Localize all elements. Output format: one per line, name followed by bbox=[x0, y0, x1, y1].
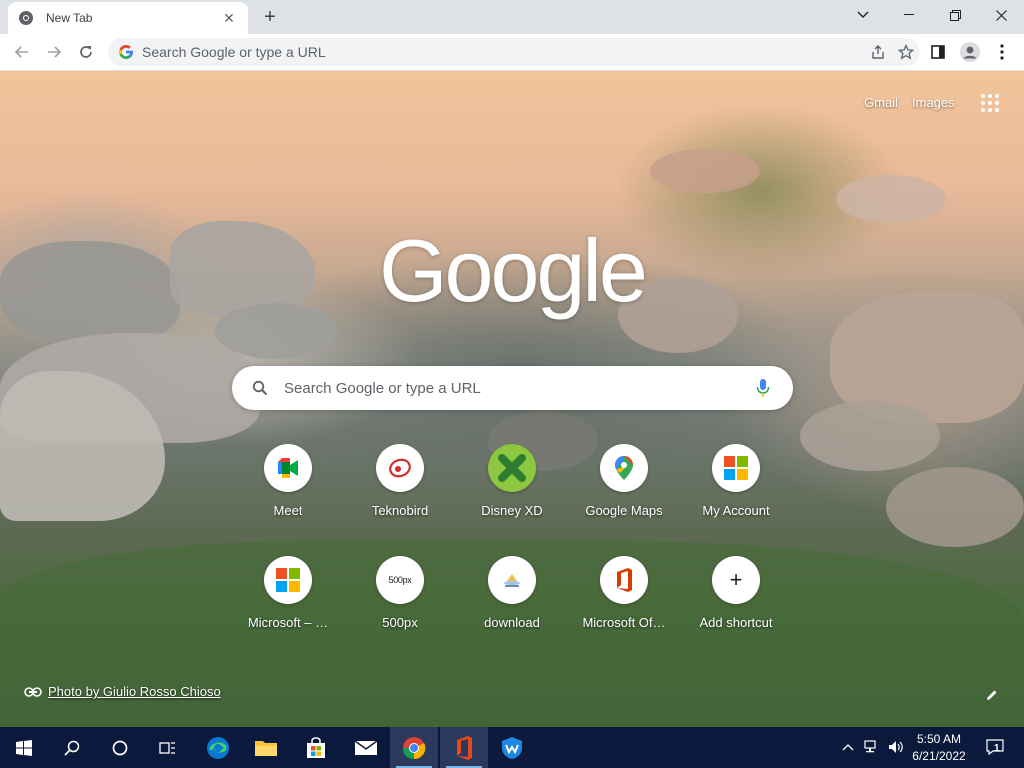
background-rock bbox=[800, 401, 940, 471]
shortcut-label: Microsoft – … bbox=[247, 615, 329, 630]
shortcut-microsoft-office[interactable]: Microsoft Of… bbox=[574, 549, 674, 649]
restore-button[interactable] bbox=[932, 0, 978, 30]
shortcut-meet[interactable]: Meet bbox=[238, 437, 338, 537]
shortcut-label: Meet bbox=[273, 503, 303, 518]
google-maps-icon bbox=[600, 444, 648, 492]
new-tab-page: Gmail Images Google Search Google or typ… bbox=[0, 71, 1024, 727]
ntp-search-placeholder: Search Google or type a URL bbox=[284, 379, 481, 397]
store-icon[interactable] bbox=[292, 727, 340, 768]
browser-toolbar: Search Google or type a URL bbox=[0, 34, 1024, 71]
google-g-icon bbox=[118, 44, 134, 60]
new-tab-button[interactable]: + bbox=[258, 6, 282, 28]
microsoft-icon bbox=[264, 556, 312, 604]
start-icon[interactable] bbox=[0, 727, 48, 768]
shortcut-label: Disney XD bbox=[481, 503, 543, 518]
ntp-search-box[interactable]: Search Google or type a URL bbox=[232, 366, 793, 410]
tab-new-tab[interactable]: New Tab ✕ bbox=[8, 2, 248, 34]
network-icon[interactable] bbox=[862, 737, 882, 757]
disney-xd-icon bbox=[488, 444, 536, 492]
search-icon[interactable] bbox=[48, 727, 96, 768]
clock-date: 6/21/2022 bbox=[912, 749, 966, 763]
plus-icon: + bbox=[712, 556, 760, 604]
customize-pencil-icon[interactable] bbox=[980, 683, 1004, 707]
shortcut-download[interactable]: download bbox=[462, 549, 562, 649]
bookmark-star-icon[interactable] bbox=[892, 38, 920, 66]
notification-count: 1 bbox=[994, 743, 1000, 754]
background-rock bbox=[886, 467, 1024, 547]
shortcut-label: Google Maps bbox=[585, 503, 663, 518]
reload-button[interactable] bbox=[72, 38, 100, 66]
google-meet-icon bbox=[264, 444, 312, 492]
gmail-link[interactable]: Gmail bbox=[864, 95, 898, 110]
chrome-icon[interactable] bbox=[390, 727, 438, 768]
file-explorer-icon[interactable] bbox=[242, 727, 290, 768]
show-hidden-icons-icon[interactable] bbox=[838, 737, 858, 757]
photo-credit-link[interactable]: Photo by Giulio Rosso Chioso bbox=[24, 684, 221, 699]
shortcut-label: download bbox=[484, 615, 540, 630]
shortcut-500px[interactable]: 500px 500px bbox=[350, 549, 450, 649]
more-menu-icon[interactable] bbox=[988, 38, 1016, 66]
shortcut-google-maps[interactable]: Google Maps bbox=[574, 437, 674, 537]
images-link[interactable]: Images bbox=[912, 95, 955, 110]
address-bar-placeholder: Search Google or type a URL bbox=[142, 44, 326, 60]
cortana-icon[interactable] bbox=[96, 727, 144, 768]
clock-time: 5:50 AM bbox=[916, 732, 962, 746]
close-window-button[interactable] bbox=[978, 0, 1024, 30]
mail-icon[interactable] bbox=[342, 727, 390, 768]
shortcut-microsoft[interactable]: Microsoft – … bbox=[238, 549, 338, 649]
close-tab-icon[interactable]: ✕ bbox=[220, 9, 238, 27]
share-icon[interactable] bbox=[864, 38, 892, 66]
search-icon bbox=[250, 378, 270, 398]
tab-title: New Tab bbox=[46, 11, 93, 25]
tab-strip: New Tab ✕ + bbox=[0, 0, 1024, 34]
shortcut-label: Teknobird bbox=[371, 503, 429, 518]
shortcut-label: My Account bbox=[702, 503, 770, 518]
background-rock bbox=[650, 149, 760, 193]
profile-avatar[interactable] bbox=[956, 38, 984, 66]
chrome-icon bbox=[18, 10, 34, 26]
microphone-icon[interactable] bbox=[751, 376, 775, 400]
minimize-button[interactable] bbox=[886, 0, 932, 30]
system-clock[interactable]: 5:50 AM 6/21/2022 bbox=[904, 731, 974, 765]
photo-credit-text: Photo by Giulio Rosso Chioso bbox=[48, 684, 221, 699]
microsoft-icon bbox=[712, 444, 760, 492]
volume-icon[interactable] bbox=[886, 737, 906, 757]
wise-care-icon[interactable] bbox=[488, 727, 536, 768]
teknobird-icon bbox=[376, 444, 424, 492]
task-view-icon[interactable] bbox=[144, 727, 192, 768]
add-shortcut-button[interactable]: + Add shortcut bbox=[686, 549, 786, 649]
side-panel-icon[interactable] bbox=[924, 38, 952, 66]
edge-icon[interactable] bbox=[194, 727, 242, 768]
google-apps-icon[interactable] bbox=[978, 91, 1002, 115]
back-button[interactable] bbox=[8, 38, 36, 66]
link-icon bbox=[24, 686, 42, 697]
shortcut-disney-xd[interactable]: Disney XD bbox=[462, 437, 562, 537]
background-rock bbox=[0, 241, 180, 341]
office-icon[interactable] bbox=[440, 727, 488, 768]
shortcut-teknobird[interactable]: Teknobird bbox=[350, 437, 450, 537]
windows-taskbar: 5:50 AM 6/21/2022 1 bbox=[0, 727, 1024, 768]
office-icon bbox=[600, 556, 648, 604]
tab-search-icon[interactable] bbox=[840, 0, 886, 30]
shortcut-label: Microsoft Of… bbox=[582, 615, 666, 630]
background-rock bbox=[170, 221, 315, 316]
shortcut-label: Add shortcut bbox=[699, 615, 773, 630]
shortcut-label: 500px bbox=[382, 615, 418, 630]
forward-button[interactable] bbox=[40, 38, 68, 66]
shortcut-my-account[interactable]: My Account bbox=[686, 437, 786, 537]
notification-center-icon[interactable]: 1 bbox=[984, 737, 1006, 757]
google-logo: Google bbox=[379, 221, 648, 320]
address-bar[interactable]: Search Google or type a URL bbox=[108, 38, 920, 66]
background-rock bbox=[836, 175, 946, 223]
download-site-icon bbox=[488, 556, 536, 604]
500px-icon: 500px bbox=[376, 556, 424, 604]
